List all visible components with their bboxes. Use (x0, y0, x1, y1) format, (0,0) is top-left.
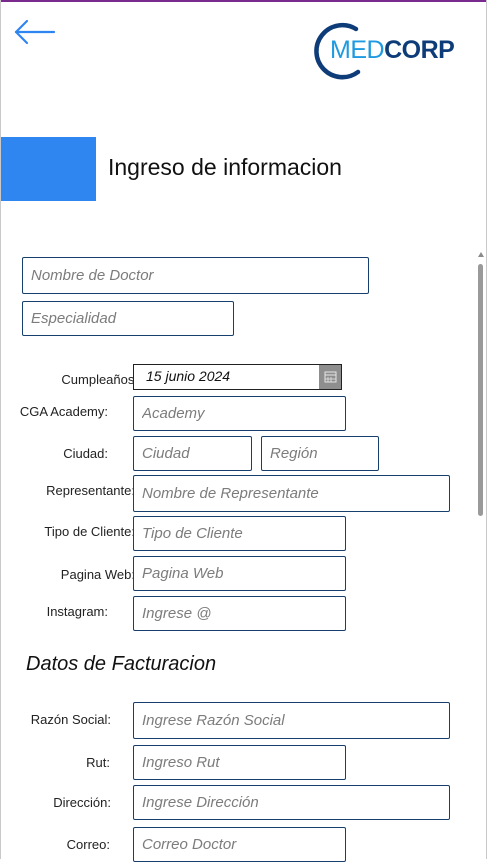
logo-wordmark: MEDCORP (330, 36, 455, 64)
page-title: Ingreso de informacion (108, 154, 342, 180)
specialty-input[interactable] (22, 301, 234, 336)
client-type-input[interactable] (133, 516, 346, 551)
web-input[interactable] (133, 556, 346, 591)
city-label: Ciudad: (63, 446, 108, 461)
logo-corp-text: CORP (384, 36, 455, 64)
birthday-value: 15 junio 2024 (146, 368, 231, 384)
calendar-icon (324, 371, 337, 383)
vertical-scrollbar[interactable] (477, 252, 485, 859)
rut-label: Rut: (86, 755, 110, 770)
logo-med-text: MED (330, 36, 385, 64)
academy-label: CGA Academy: (19, 404, 108, 419)
instagram-label: Instagram: (46, 604, 108, 619)
web-label: Pagina Web: (60, 567, 135, 582)
doctor-name-input[interactable] (22, 257, 369, 294)
representative-label: Representante: (46, 483, 135, 498)
back-button[interactable] (12, 16, 58, 48)
address-label: Dirección: (53, 795, 111, 810)
title-accent-block (1, 137, 96, 201)
birthday-date-picker[interactable]: 15 junio 2024 (133, 364, 342, 390)
city-input[interactable] (133, 436, 252, 471)
back-arrow-icon (14, 19, 56, 45)
representative-input[interactable] (133, 475, 450, 512)
academy-input[interactable] (133, 396, 346, 431)
birthday-label: Cumpleaños: (61, 372, 138, 387)
business-name-label: Razón Social: (30, 712, 111, 727)
scroll-up-arrow-icon[interactable] (478, 252, 484, 257)
region-input[interactable] (261, 436, 379, 471)
calendar-button[interactable] (319, 365, 341, 389)
address-input[interactable] (133, 785, 450, 820)
rut-input[interactable] (133, 745, 346, 780)
client-type-label: Tipo de Cliente: (44, 524, 135, 539)
email-input[interactable] (133, 827, 346, 862)
scrollbar-thumb[interactable] (478, 264, 483, 516)
left-border (0, 0, 1, 859)
business-name-input[interactable] (133, 702, 450, 739)
top-border (0, 0, 487, 2)
instagram-input[interactable] (133, 596, 346, 631)
medcorp-logo: MEDCORP (312, 20, 472, 82)
email-label: Correo: (66, 837, 110, 852)
billing-section-title: Datos de Facturacion (26, 653, 217, 675)
